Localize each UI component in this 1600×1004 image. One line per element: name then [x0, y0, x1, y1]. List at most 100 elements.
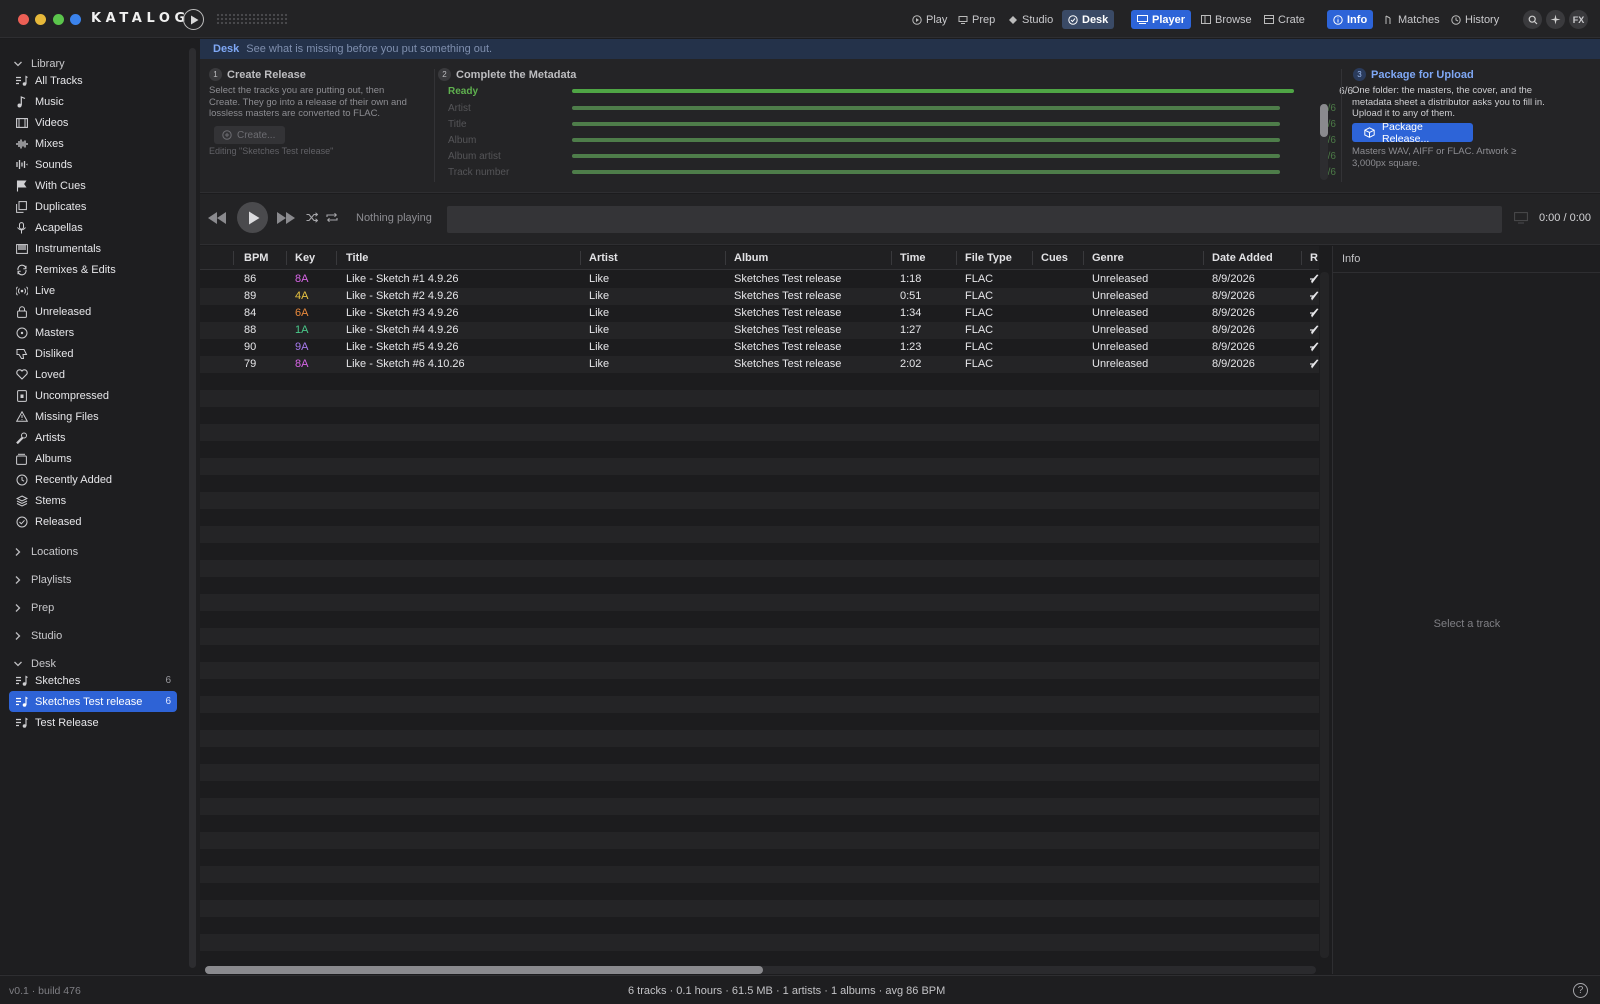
- table-row[interactable]: 90 9A Like - Sketch #5 4.9.26 Like Sketc…: [200, 339, 1319, 356]
- table-stripe: [200, 798, 1319, 815]
- sidebar-item-acapellas[interactable]: Acapellas: [9, 217, 177, 238]
- sidebar-item-sketches[interactable]: Sketches 6: [9, 670, 177, 691]
- table-row[interactable]: 89 4A Like - Sketch #2 4.9.26 Like Sketc…: [200, 288, 1319, 305]
- table-row[interactable]: 84 6A Like - Sketch #3 4.9.26 Like Sketc…: [200, 305, 1319, 322]
- table-row[interactable]: 86 8A Like - Sketch #1 4.9.26 Like Sketc…: [200, 271, 1319, 288]
- table-row[interactable]: 88 1A Like - Sketch #4 4.9.26 Like Sketc…: [200, 322, 1319, 339]
- quick-action-button[interactable]: [1546, 10, 1565, 29]
- toggle-player[interactable]: Player: [1131, 10, 1192, 29]
- sidebar-section-studio[interactable]: Studio: [13, 628, 62, 644]
- toggle-info[interactable]: Info: [1327, 10, 1374, 29]
- play-pause-button[interactable]: [237, 202, 268, 233]
- sidebar-item-mixes[interactable]: Mixes: [9, 133, 177, 154]
- sidebar-item-duplicates[interactable]: Duplicates: [9, 196, 177, 217]
- toggle-history[interactable]: History: [1445, 10, 1505, 29]
- vertical-scrollbar[interactable]: [1320, 272, 1329, 958]
- sidebar-item-label: Mixes: [35, 137, 64, 150]
- zoom-window-button[interactable]: [53, 14, 64, 25]
- logo-play-button[interactable]: [183, 9, 204, 30]
- column-header-title[interactable]: Title: [346, 252, 368, 264]
- column-header-bpm[interactable]: BPM: [244, 252, 268, 264]
- column-header-key[interactable]: Key: [295, 252, 315, 264]
- shuffle-button[interactable]: [306, 212, 318, 223]
- create-release-button[interactable]: Create...: [214, 126, 285, 144]
- search-button[interactable]: [1523, 10, 1542, 29]
- sidebar-item-missing-files[interactable]: Missing Files: [9, 406, 177, 427]
- waveform-scrubber[interactable]: [447, 206, 1502, 233]
- column-header-album[interactable]: Album: [734, 252, 768, 264]
- sidebar-item-sketches-test-release[interactable]: Sketches Test release 6: [9, 691, 177, 712]
- horizontal-scrollbar[interactable]: [205, 966, 1316, 974]
- sidebar-item-videos[interactable]: Videos: [9, 112, 177, 133]
- sidebar-item-remixes-edits[interactable]: Remixes & Edits: [9, 259, 177, 280]
- released-status-icon: [1310, 308, 1319, 318]
- sidebar-item-live[interactable]: Live: [9, 280, 177, 301]
- play-icon: [249, 211, 260, 225]
- rewind-button[interactable]: [208, 212, 226, 224]
- sidebar-item-loved[interactable]: Loved: [9, 364, 177, 385]
- sidebar-scrollbar[interactable]: [189, 48, 196, 968]
- toggle-history-label: History: [1465, 13, 1500, 26]
- column-header-artist[interactable]: Artist: [589, 252, 618, 264]
- sidebar-section-locations[interactable]: Locations: [13, 544, 78, 560]
- sidebar-item-sounds[interactable]: Sounds: [9, 154, 177, 175]
- sidebar-item-released[interactable]: Released: [9, 511, 177, 532]
- fx-button[interactable]: FX: [1569, 10, 1588, 29]
- release-icon: [15, 674, 28, 687]
- sidebar-item-masters[interactable]: Masters: [9, 322, 177, 343]
- table-stripe: [200, 815, 1319, 832]
- fast-forward-button[interactable]: [277, 212, 295, 224]
- column-header-time[interactable]: Time: [900, 252, 925, 264]
- sidebar-item-uncompressed[interactable]: Uncompressed: [9, 385, 177, 406]
- nav-prep[interactable]: Prep: [952, 10, 1001, 29]
- column-header-r[interactable]: R: [1310, 252, 1318, 264]
- sidebar-item-test-release[interactable]: Test Release: [9, 712, 177, 733]
- sidebar-item-label: Sketches Test release: [35, 695, 143, 708]
- sidebar-section-prep[interactable]: Prep: [13, 600, 54, 616]
- sidebar-item-unreleased[interactable]: Unreleased: [9, 301, 177, 322]
- metadata-scrollbar[interactable]: [1320, 104, 1328, 180]
- table-row[interactable]: 79 8A Like - Sketch #6 4.10.26 Like Sket…: [200, 356, 1319, 373]
- table-stripe: [200, 662, 1319, 679]
- output-device-button[interactable]: [1514, 212, 1528, 224]
- minimize-window-button[interactable]: [35, 14, 46, 25]
- sidebar-item-all-tracks[interactable]: All Tracks: [9, 70, 177, 91]
- sidebar-section-playlists[interactable]: Playlists: [13, 572, 71, 588]
- sidebar-item-recently-added[interactable]: Recently Added: [9, 469, 177, 490]
- package-release-button[interactable]: Package Release...: [1352, 121, 1473, 145]
- step-3-number: 3: [1353, 68, 1366, 81]
- section-label: Desk: [31, 658, 57, 670]
- nav-play[interactable]: Play: [906, 10, 953, 29]
- extra-window-button[interactable]: [70, 14, 81, 25]
- sidebar-item-with-cues[interactable]: With Cues: [9, 175, 177, 196]
- sidebar-item-stems[interactable]: Stems: [9, 490, 177, 511]
- nav-studio[interactable]: Studio: [1002, 10, 1059, 29]
- piano-icon: [15, 242, 28, 255]
- help-button[interactable]: ?: [1573, 983, 1588, 998]
- sidebar-item-albums[interactable]: Albums: [9, 448, 177, 469]
- sidebar-item-disliked[interactable]: Disliked: [9, 343, 177, 364]
- screen-icon: [1514, 212, 1528, 224]
- column-header-file-type[interactable]: File Type: [965, 252, 1012, 264]
- sidebar-item-music[interactable]: Music: [9, 91, 177, 112]
- now-playing-text: Nothing playing: [356, 212, 432, 224]
- repeat-button[interactable]: [326, 212, 338, 223]
- sidebar-item-instrumentals[interactable]: Instrumentals: [9, 238, 177, 259]
- toggle-crate[interactable]: Crate: [1258, 10, 1311, 29]
- nav-desk[interactable]: Desk: [1062, 10, 1115, 29]
- scrollbar-thumb[interactable]: [1320, 104, 1328, 137]
- column-header-date-added[interactable]: Date Added: [1212, 252, 1273, 264]
- toggle-matches[interactable]: Matches: [1378, 10, 1446, 29]
- sidebar-item-label: Disliked: [35, 347, 74, 360]
- close-window-button[interactable]: [18, 14, 29, 25]
- released-icon: [15, 515, 28, 528]
- toggle-browse[interactable]: Browse: [1195, 10, 1258, 29]
- cell-time: 1:18: [900, 273, 922, 285]
- sidebar-item-artists[interactable]: Artists: [9, 427, 177, 448]
- sidebar-item-label: Duplicates: [35, 200, 87, 213]
- file-icon: [15, 389, 28, 402]
- scrollbar-thumb[interactable]: [205, 966, 763, 974]
- column-header-cues[interactable]: Cues: [1041, 252, 1068, 264]
- lock-icon: [15, 305, 28, 318]
- column-header-genre[interactable]: Genre: [1092, 252, 1124, 264]
